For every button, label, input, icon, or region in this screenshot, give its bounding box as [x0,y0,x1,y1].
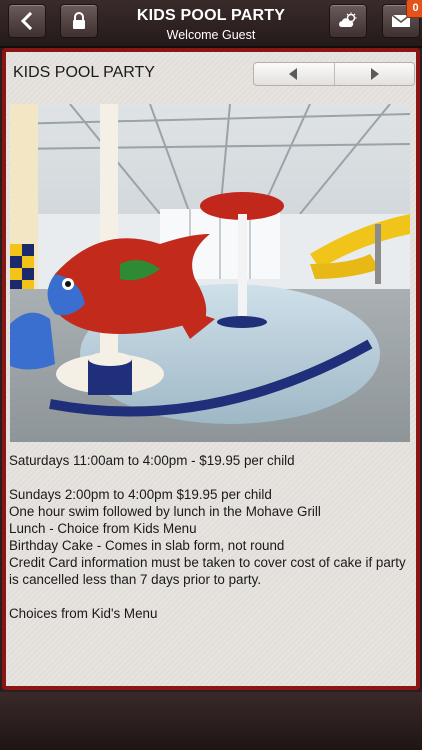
chevron-left-icon [20,12,33,30]
kids-menu-heading: Choices from Kid's Menu [9,606,158,621]
sunday-hours: Sundays 2:00pm to 4:00pm $19.95 per chil… [9,487,272,502]
weather-button[interactable] [329,4,367,38]
weather-icon [339,12,357,27]
pager [253,62,415,86]
content-panel: KIDS POOL PARTY Saturdays 11:00am to 4:0… [6,52,416,686]
bottom-bar [0,692,422,750]
mail-badge: 0 [406,0,422,18]
indoor-pool-image [10,104,410,442]
lock-button[interactable] [60,4,98,38]
saturday-hours: Saturdays 11:00am to 4:00pm - $19.95 per… [9,453,295,468]
app-title: KIDS POOL PARTY [136,7,286,24]
triangle-right-icon [371,68,380,80]
page-title: KIDS POOL PARTY [13,64,155,81]
cancellation-policy: Credit Card information must be taken to… [9,555,406,587]
pool-photo [10,104,410,442]
content-frame: KIDS POOL PARTY Saturdays 11:00am to 4:0… [2,48,420,690]
triangle-left-icon [288,68,297,80]
lunch-info: Lunch - Choice from Kids Menu [9,521,197,536]
welcome-text: Welcome Guest [166,28,256,42]
cake-info: Birthday Cake - Comes in slab form, not … [9,538,285,553]
swim-info: One hour swim followed by lunch in the M… [9,504,321,519]
previous-button[interactable] [254,63,334,85]
next-button[interactable] [333,63,415,85]
header-titles: KIDS POOL PARTY Welcome Guest [110,6,312,43]
mail-button[interactable]: 0 [382,0,422,38]
back-button[interactable] [8,4,46,38]
lock-icon [73,12,85,29]
description: Saturdays 11:00am to 4:00pm - $19.95 per… [9,452,413,622]
top-bar: KIDS POOL PARTY Welcome Guest 0 [0,0,422,48]
